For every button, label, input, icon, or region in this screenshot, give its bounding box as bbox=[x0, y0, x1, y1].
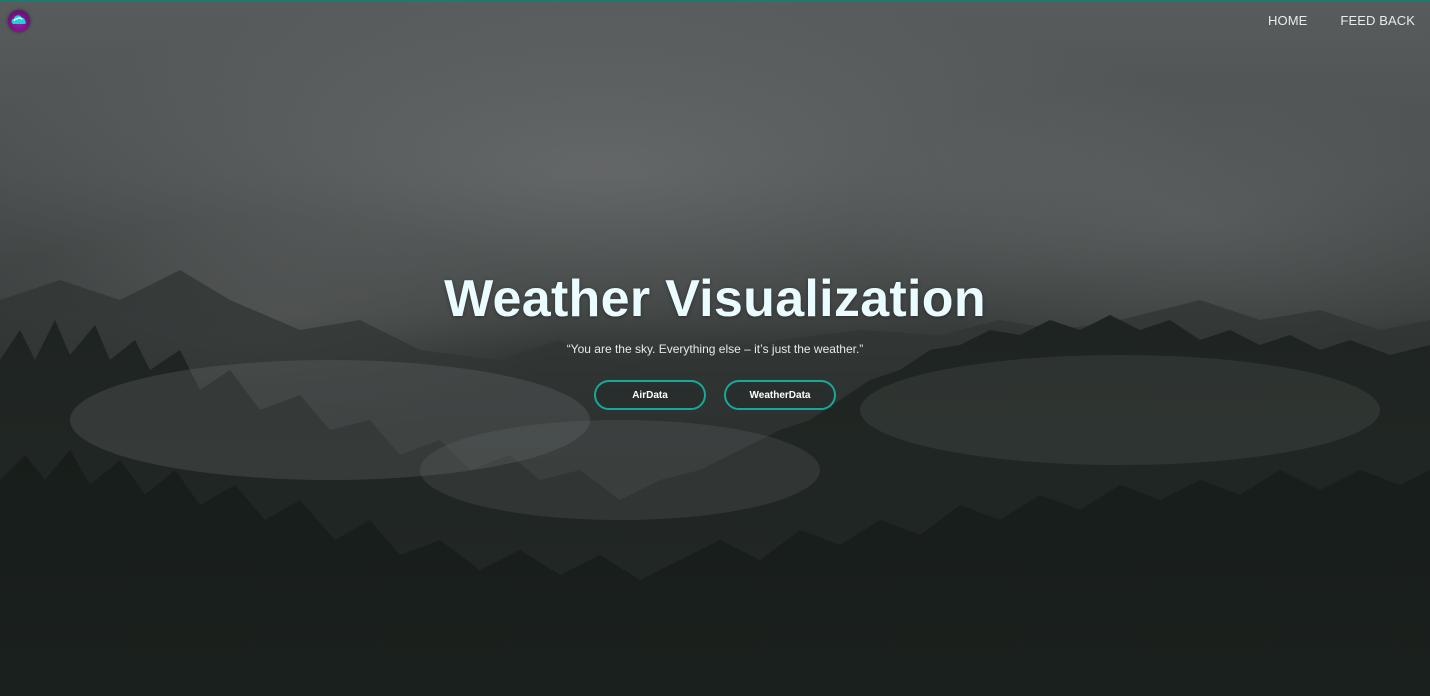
weather-data-button[interactable]: WeatherData bbox=[724, 380, 836, 410]
nav-home-link[interactable]: HOME bbox=[1268, 13, 1307, 28]
hero-content: Weather Visualization “You are the sky. … bbox=[0, 268, 1430, 410]
air-data-button[interactable]: AirData bbox=[594, 380, 706, 410]
navbar: HOME FEED BACK bbox=[0, 2, 1430, 40]
hero-quote: “You are the sky. Everything else – it’s… bbox=[566, 342, 864, 356]
nav-links: HOME FEED BACK bbox=[1268, 13, 1415, 28]
page-title: Weather Visualization bbox=[444, 270, 986, 328]
hero-buttons: AirData WeatherData bbox=[0, 380, 1430, 410]
nav-feedback-link[interactable]: FEED BACK bbox=[1340, 13, 1415, 28]
cloud-logo-icon[interactable] bbox=[8, 10, 30, 32]
